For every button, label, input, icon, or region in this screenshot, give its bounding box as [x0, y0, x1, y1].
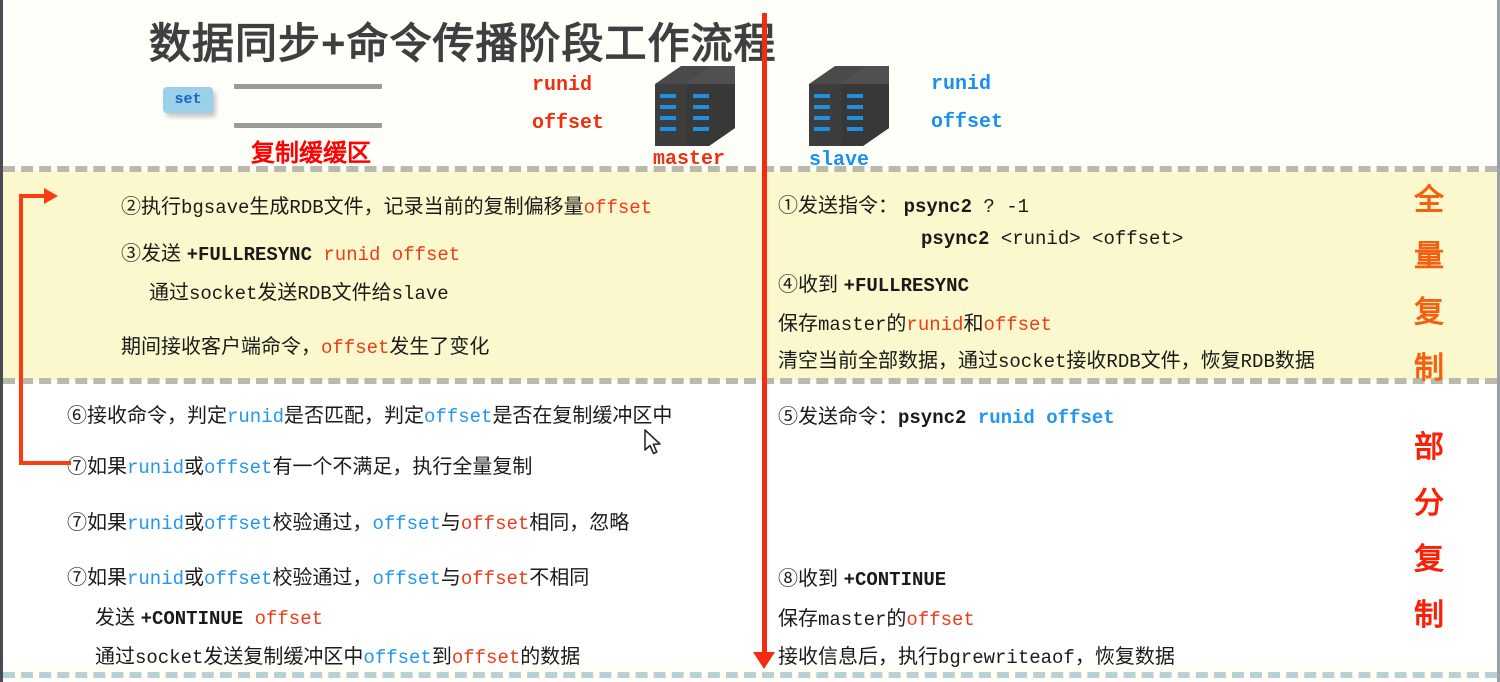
slave-server-rack-icon	[805, 58, 893, 159]
diagram-canvas: 数据同步+命令传播阶段工作流程 set 复制缓缓区 runid offset m…	[0, 0, 1500, 682]
replication-buffer-label: 复制缓缓区	[251, 140, 371, 167]
master-partial-step-7c-socket: 通过socket发送复制缓冲区中offset到offset的数据	[95, 646, 581, 669]
slave-full-flush-line: 清空当前全部数据，通过socket接收RDB文件，恢复RDB数据	[778, 350, 1315, 373]
replication-buffer-line-bottom	[234, 123, 382, 128]
slave-full-step-1: ①发送指令： psync2 ? -1	[778, 195, 1029, 218]
center-flow-arrow-head	[753, 652, 775, 669]
master-full-step-3: ③发送 +FULLRESYNC runid offset	[121, 243, 461, 266]
master-offset-label: offset	[532, 112, 605, 135]
master-full-step-3-sub: 通过socket发送RDB文件给slave	[149, 282, 449, 305]
full-label-char-1: 全	[1414, 184, 1444, 217]
full-label-char-3: 复	[1414, 296, 1444, 329]
slave-full-save-line: 保存master的runid和offset	[778, 313, 1052, 336]
header-region: 数据同步+命令传播阶段工作流程 set 复制缓缓区 runid offset m…	[3, 0, 1497, 172]
master-partial-step-7c: ⑦如果runid或offset校验通过，offset与offset不相同	[67, 567, 590, 590]
mouse-cursor-icon	[644, 429, 664, 462]
partial-label-char-1: 部	[1414, 431, 1444, 464]
full-label-char-2: 量	[1414, 240, 1444, 273]
master-server-rack-icon	[651, 58, 739, 159]
center-flow-arrow-line	[762, 13, 767, 661]
slave-runid-label: runid	[931, 73, 992, 96]
partial-label-char-4: 制	[1414, 599, 1444, 632]
master-partial-step-7a: ⑦如果runid或offset有一个不满足，执行全量复制	[67, 456, 533, 479]
divider-middle	[3, 378, 1497, 384]
set-command-chip: set	[163, 87, 213, 113]
slave-partial-step-8: ⑧收到 +CONTINUE	[778, 568, 947, 591]
partial-label-char-2: 分	[1414, 487, 1444, 520]
full-label-char-4: 制	[1414, 352, 1444, 385]
master-partial-step-7b: ⑦如果runid或offset校验通过，offset与offset相同，忽略	[67, 512, 630, 535]
master-partial-step-6: ⑥接收命令，判定runid是否匹配，判定offset是否在复制缓冲区中	[67, 405, 673, 428]
divider-top	[3, 166, 1497, 172]
slave-offset-label: offset	[931, 111, 1004, 134]
replication-buffer-line-top	[234, 84, 382, 89]
feedback-arrow-top	[19, 194, 46, 198]
full-sync-side-label: 全 量 复 制	[1414, 186, 1444, 410]
feedback-arrow-bottom	[19, 461, 71, 465]
slave-full-step-4: ④收到 +FULLRESYNC	[778, 274, 969, 297]
slave-partial-step-5: ⑤发送命令：psync2 runid offset	[778, 406, 1115, 429]
feedback-arrow-vertical	[19, 196, 23, 464]
feedback-arrow-head	[44, 188, 58, 204]
slave-partial-save-offset: 保存master的offset	[778, 608, 975, 631]
slave-full-step-1-alt: psync2 <runid> <offset>	[921, 228, 1184, 250]
master-runid-label: runid	[532, 74, 593, 97]
partial-label-char-3: 复	[1414, 543, 1444, 576]
slave-partial-bgrewriteaof: 接收信息后，执行bgrewriteaof，恢复数据	[778, 646, 1175, 669]
master-full-step-2: ②执行bgsave生成RDB文件，记录当前的复制偏移量offset	[121, 196, 653, 219]
divider-bottom	[3, 672, 1497, 678]
master-full-note: 期间接收客户端命令，offset发生了变化	[121, 336, 490, 359]
partial-sync-side-label: 部 分 复 制	[1414, 433, 1444, 657]
master-partial-step-7c-send: 发送 +CONTINUE offset	[95, 607, 324, 630]
